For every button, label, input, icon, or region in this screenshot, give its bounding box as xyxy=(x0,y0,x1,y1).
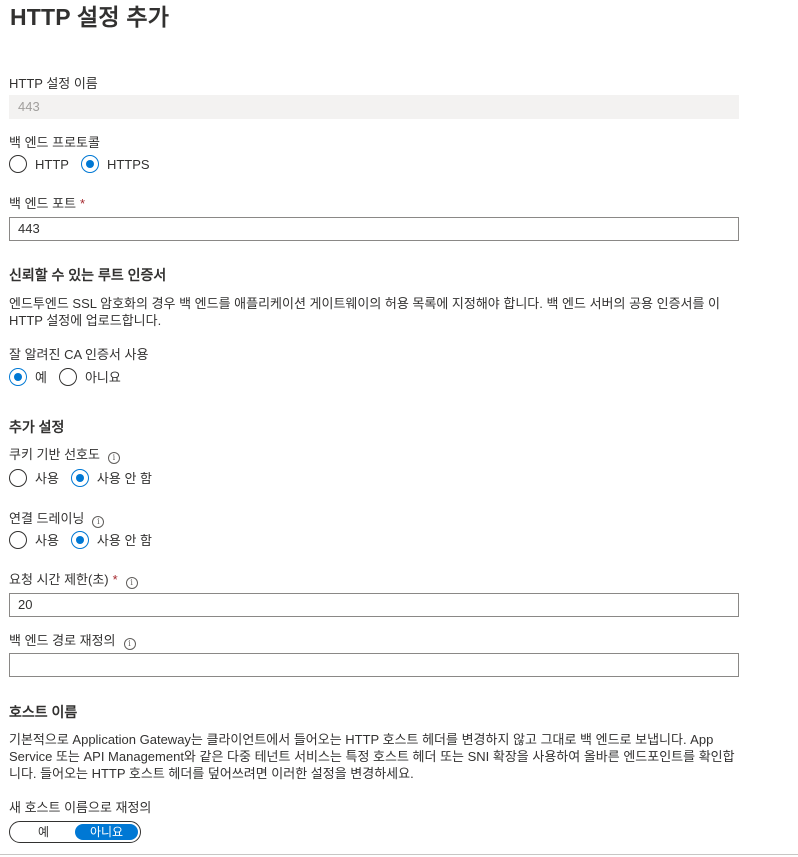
trusted-root-heading: 신뢰할 수 있는 루트 인증서 xyxy=(9,267,167,283)
radio-ca-yes-circle[interactable] xyxy=(9,367,27,386)
radio-draining-disable-circle[interactable] xyxy=(70,530,89,549)
cookie-affinity-label-text: 쿠키 기반 선호도 xyxy=(9,447,100,462)
override-host-name-toggle[interactable]: 예 아니요 xyxy=(9,821,141,843)
radio-cookie-enable-label: 사용 xyxy=(35,471,59,486)
info-icon[interactable]: i xyxy=(107,452,120,464)
host-name-description: 기본적으로 Application Gateway는 클라이언트에서 들어오는 … xyxy=(9,732,735,781)
radio-draining-enable-label: 사용 xyxy=(35,533,59,548)
connection-draining-label-text: 연결 드레이닝 xyxy=(9,511,85,526)
radio-https-circle[interactable] xyxy=(80,155,99,173)
host-name-heading: 호스트 이름 xyxy=(9,704,78,720)
bottom-divider xyxy=(0,854,798,855)
radio-ca-no-label: 아니요 xyxy=(84,370,121,385)
radio-ca-no-circle[interactable] xyxy=(58,367,77,386)
radio-http-circle[interactable] xyxy=(9,155,27,173)
radio-https[interactable]: HTTPS xyxy=(80,155,150,173)
radio-cookie-enable-circle[interactable] xyxy=(9,468,27,487)
http-setting-name-field: 443 xyxy=(9,95,739,119)
toggle-option-no[interactable]: 아니요 xyxy=(75,824,138,840)
request-timeout-input[interactable]: 20 xyxy=(9,593,739,617)
cookie-affinity-label: 쿠키 기반 선호도 i xyxy=(9,447,120,464)
required-asterisk: * xyxy=(80,196,86,211)
radio-ca-no[interactable]: 아니요 xyxy=(58,367,121,386)
http-settings-panel: HTTP 설정 추가 HTTP 설정 이름 443 백 엔드 프로토콜 HTTP… xyxy=(0,0,798,857)
required-asterisk: * xyxy=(112,572,118,587)
radio-cookie-disable-circle[interactable] xyxy=(70,468,89,487)
well-known-ca-radio-group: 예 아니요 xyxy=(9,367,133,386)
request-timeout-label-text: 요청 시간 제한(초) xyxy=(9,572,109,587)
info-icon[interactable]: i xyxy=(125,577,138,589)
info-icon[interactable]: i xyxy=(123,638,136,650)
radio-draining-disable-label: 사용 안 함 xyxy=(96,533,152,548)
radio-http[interactable]: HTTP xyxy=(9,155,69,173)
info-icon[interactable]: i xyxy=(92,516,105,528)
additional-settings-heading: 추가 설정 xyxy=(9,419,65,435)
radio-cookie-enable[interactable]: 사용 xyxy=(9,468,59,487)
backend-path-override-input[interactable] xyxy=(9,653,739,677)
backend-port-label-text: 백 엔드 포트 xyxy=(9,196,77,211)
cookie-affinity-radio-group: 사용 사용 안 함 xyxy=(9,468,164,487)
radio-cookie-disable[interactable]: 사용 안 함 xyxy=(70,468,152,487)
connection-draining-radio-group: 사용 사용 안 함 xyxy=(9,530,164,549)
radio-draining-enable-circle[interactable] xyxy=(9,530,27,549)
backend-port-label: 백 엔드 포트 * xyxy=(9,196,85,212)
toggle-option-yes[interactable]: 예 xyxy=(12,824,75,840)
http-setting-name-label: HTTP 설정 이름 xyxy=(9,76,98,91)
radio-ca-yes[interactable]: 예 xyxy=(9,367,47,386)
radio-http-label: HTTP xyxy=(35,156,69,172)
override-host-name-label: 새 호스트 이름으로 재정의 xyxy=(9,800,152,815)
page-title: HTTP 설정 추가 xyxy=(10,4,170,30)
connection-draining-label: 연결 드레이닝 i xyxy=(9,511,105,528)
backend-protocol-label: 백 엔드 프로토콜 xyxy=(9,135,100,150)
well-known-ca-label: 잘 알려진 CA 인증서 사용 xyxy=(9,347,149,362)
backend-protocol-radio-group: HTTP HTTPS xyxy=(9,155,162,173)
backend-path-override-label: 백 엔드 경로 재정의 i xyxy=(9,633,136,650)
radio-ca-yes-label: 예 xyxy=(35,370,47,385)
radio-draining-disable[interactable]: 사용 안 함 xyxy=(70,530,152,549)
backend-path-override-label-text: 백 엔드 경로 재정의 xyxy=(9,633,116,648)
radio-draining-enable[interactable]: 사용 xyxy=(9,530,59,549)
radio-cookie-disable-label: 사용 안 함 xyxy=(96,471,152,486)
request-timeout-label: 요청 시간 제한(초) * i xyxy=(9,572,138,589)
trusted-root-description: 엔드투엔드 SSL 암호화의 경우 백 엔드를 애플리케이션 게이트웨이의 허용… xyxy=(9,296,721,328)
radio-https-label: HTTPS xyxy=(106,156,150,172)
backend-port-input[interactable]: 443 xyxy=(9,217,739,241)
